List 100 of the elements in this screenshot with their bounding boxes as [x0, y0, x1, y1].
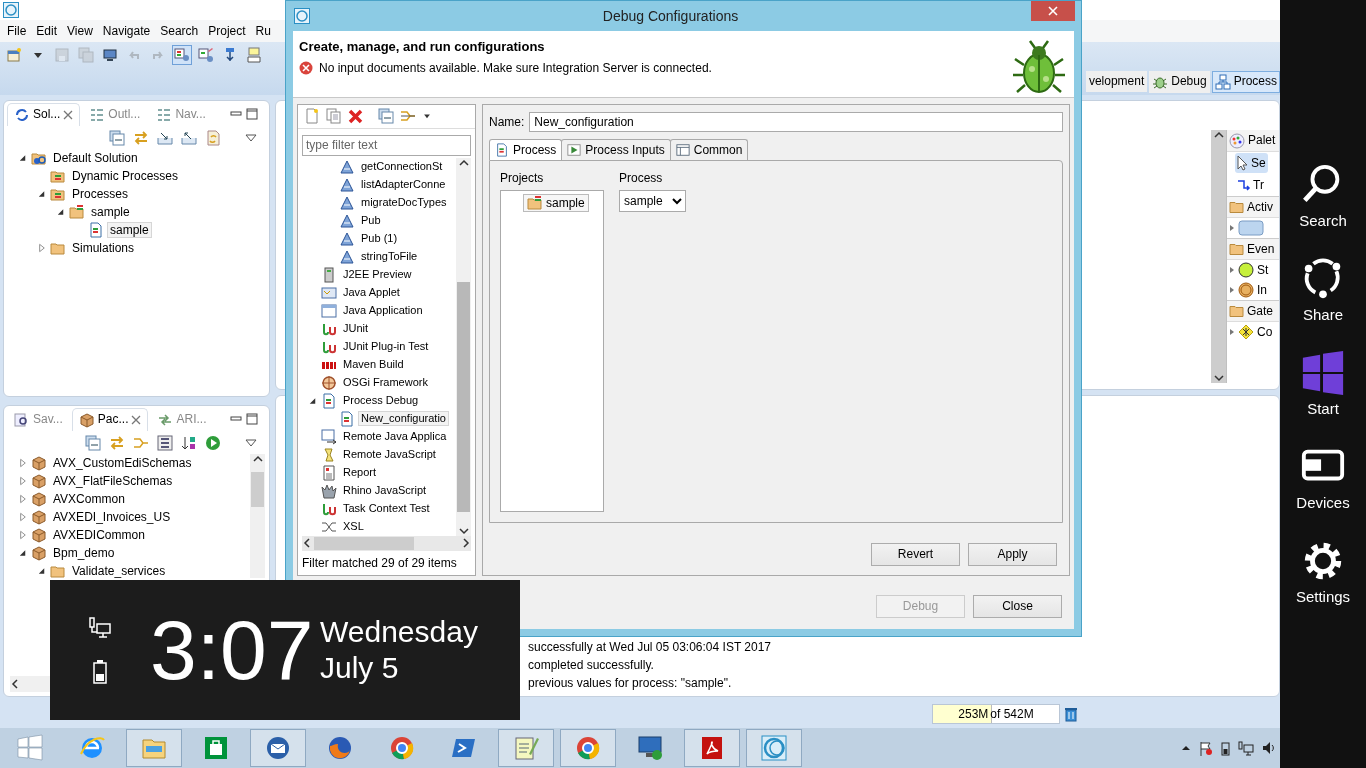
palette-item[interactable]: St [1257, 262, 1269, 278]
taskbar-button[interactable] [560, 729, 616, 767]
menu-item[interactable]: Project [203, 23, 251, 39]
maximize-icon[interactable] [245, 412, 259, 426]
charm-button[interactable]: Devices [1280, 443, 1366, 513]
charm-button[interactable]: Start [1280, 349, 1366, 419]
dialog-button[interactable]: Close [973, 595, 1062, 618]
tree-item[interactable]: Processes [69, 185, 132, 203]
tab[interactable]: Common [669, 139, 749, 160]
tree-item[interactable]: Remote JavaScript [340, 447, 439, 463]
charm-button[interactable]: Settings [1280, 537, 1366, 607]
panel-tab[interactable]: ARI... [150, 407, 214, 431]
merge-arrows-icon[interactable] [133, 435, 149, 451]
charm-button[interactable]: Share [1280, 255, 1366, 325]
tree-item[interactable]: Default Solution [50, 149, 141, 167]
tree-item[interactable]: JUnit Plug-in Test [340, 339, 432, 355]
delete-icon[interactable] [348, 108, 364, 125]
menu-item[interactable]: Navigate [97, 23, 156, 39]
menu-item[interactable]: File [2, 23, 32, 39]
list-item[interactable]: sample [523, 194, 589, 212]
import-icon[interactable] [157, 130, 173, 146]
action-button[interactable]: Revert [871, 543, 960, 566]
tree-item[interactable]: AVX_FlatFileSchemas [50, 472, 176, 490]
tree-item[interactable]: sample [88, 203, 133, 221]
panel-tab[interactable]: Outl... [82, 102, 148, 126]
menu-item[interactable]: Ru [250, 23, 276, 39]
scrollbar[interactable] [1211, 130, 1226, 383]
palette-item[interactable]: In [1257, 282, 1267, 298]
palette-tool[interactable]: Tr [1235, 175, 1266, 195]
tree-item[interactable]: Validate_services [69, 562, 169, 580]
tree-item[interactable]: migrateDocTypes [358, 195, 450, 211]
run-icon[interactable] [205, 435, 221, 451]
duplicate-icon[interactable] [326, 108, 342, 125]
tab[interactable]: Process Inputs [561, 139, 671, 160]
network-icon[interactable] [1238, 740, 1254, 756]
menu-item[interactable]: Search [155, 23, 204, 39]
trash-icon[interactable] [1064, 706, 1078, 722]
tree-item[interactable]: Rhino JavaScript [340, 483, 430, 499]
panel-tab[interactable]: Pac... [71, 407, 149, 431]
palette-item[interactable]: Co [1257, 324, 1273, 340]
sort-icon[interactable] [181, 435, 197, 451]
tree-item[interactable]: Pub [358, 213, 384, 229]
tree-item[interactable]: OSGi Framework [340, 375, 431, 391]
menu-item[interactable]: View [62, 23, 98, 39]
tree-item[interactable]: Maven Build [340, 357, 407, 373]
view-menu-icon[interactable] [245, 437, 257, 449]
charm-button[interactable]: Search [1280, 161, 1366, 231]
window-close-button[interactable] [1031, 1, 1075, 21]
taskbar-button[interactable] [684, 729, 740, 767]
refresh-document-icon[interactable] [205, 130, 221, 146]
action-button[interactable]: Apply [968, 543, 1057, 566]
close-icon[interactable] [131, 414, 142, 425]
battery-icon[interactable] [1220, 740, 1230, 756]
scrollbar[interactable] [302, 535, 471, 551]
volume-icon[interactable] [1262, 740, 1274, 756]
tree-item[interactable]: AVX_CustomEdiSchemas [50, 454, 195, 472]
projects-list[interactable]: sample [500, 190, 604, 512]
palette-tool[interactable]: Se [1235, 153, 1268, 173]
tree-item[interactable]: Simulations [69, 239, 138, 257]
tree-item[interactable]: AVXCommon [50, 490, 128, 508]
tree-item[interactable]: sample [107, 221, 152, 239]
tree-item[interactable]: Dynamic Processes [69, 167, 182, 185]
tree-item[interactable]: XSL [340, 519, 367, 535]
scrollbar-thumb[interactable] [457, 281, 470, 512]
scrollbar[interactable] [250, 454, 265, 578]
tree-item[interactable]: Java Application [340, 303, 426, 319]
link-arrows-icon[interactable] [109, 435, 125, 451]
heap-meter[interactable]: 253M of 542M [932, 704, 1060, 724]
tree-item[interactable]: Process Debug [340, 393, 422, 409]
flag-icon[interactable] [1198, 740, 1212, 756]
export-icon[interactable] [181, 130, 197, 146]
scrollbar[interactable] [456, 157, 471, 536]
panel-tab[interactable]: Nav... [149, 102, 213, 126]
tab[interactable]: Process [489, 139, 563, 160]
process-dropdown[interactable]: sample [619, 190, 686, 212]
tree-item[interactable]: Report [340, 465, 380, 481]
collapse-all-icon[interactable] [378, 108, 394, 125]
new-document-icon[interactable] [304, 108, 320, 125]
link-arrows-icon[interactable] [133, 130, 149, 146]
tree-item[interactable]: Java Applet [340, 285, 403, 301]
panel-tab[interactable]: Sav... [7, 407, 70, 431]
filter-field[interactable]: type filter text [302, 134, 471, 156]
tree-item[interactable]: New_configuratio [358, 411, 449, 427]
panel-tab[interactable]: Sol... [7, 102, 81, 126]
tree-item[interactable]: Remote Java Applica [340, 429, 450, 445]
perspective-button[interactable]: Debug [1149, 70, 1210, 93]
taskbar-button[interactable] [250, 729, 306, 767]
maximize-icon[interactable] [245, 107, 259, 121]
collapse-all-icon[interactable] [85, 435, 101, 451]
scrollbar-thumb[interactable] [314, 536, 414, 550]
tree-item[interactable]: Bpm_demo [50, 544, 118, 562]
tree-item[interactable]: stringToFile [358, 249, 421, 265]
scrollbar[interactable] [10, 676, 50, 692]
scrollbar-thumb[interactable] [251, 472, 264, 507]
close-icon[interactable] [63, 109, 74, 120]
collapse-all-icon[interactable] [109, 130, 125, 146]
list-view-icon[interactable] [157, 435, 173, 451]
perspective-button[interactable]: velopment [1085, 71, 1148, 92]
menu-item[interactable]: Edit [31, 23, 63, 39]
tree-item[interactable]: Task Context Test [340, 501, 433, 517]
